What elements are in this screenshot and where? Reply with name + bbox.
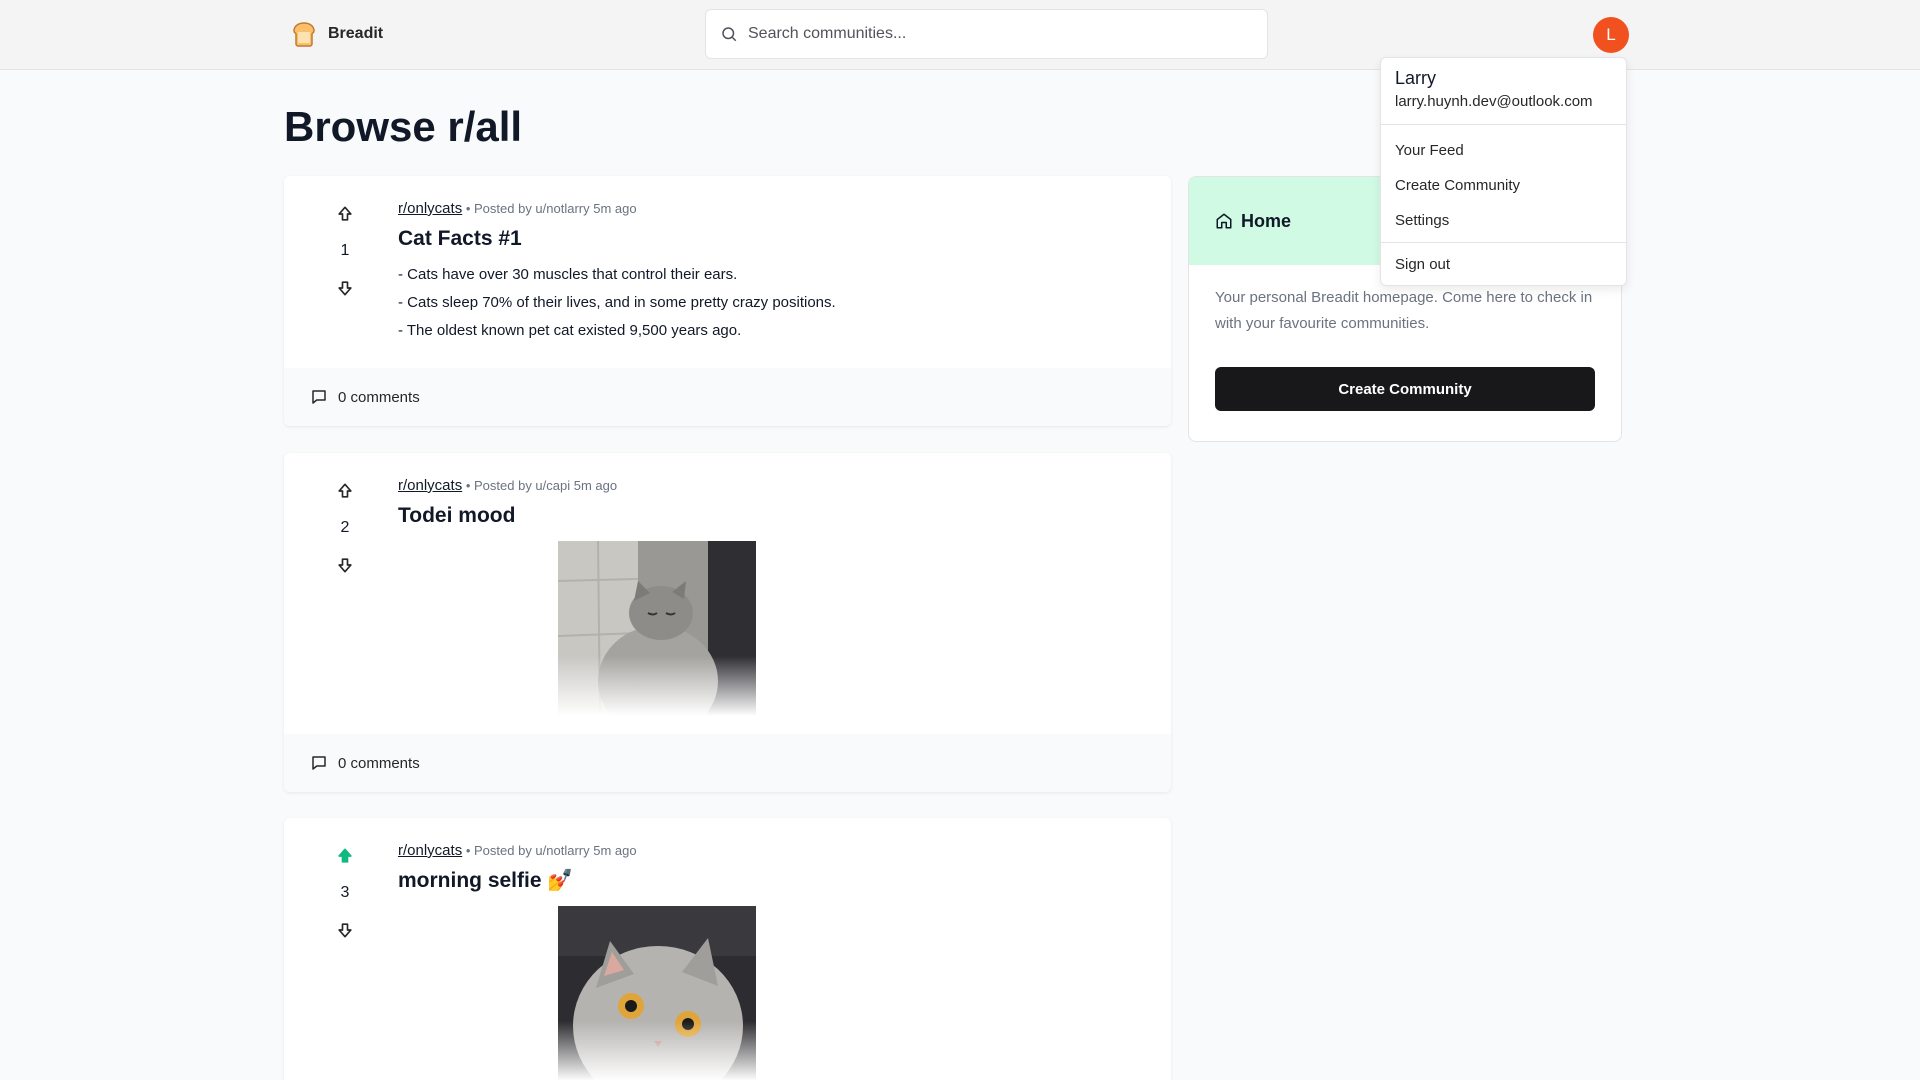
user-name: Larry [1395, 68, 1437, 88]
upvote-icon[interactable] [335, 204, 355, 224]
app-name: Breadit [328, 25, 384, 42]
downvote-icon[interactable] [335, 920, 355, 940]
posted-by: Posted by u/capi 5m ago [474, 478, 618, 493]
home-icon [1216, 213, 1232, 229]
vote-count: 2 [340, 519, 350, 536]
navbar: Breadit L [0, 0, 1920, 70]
search-bar [705, 9, 1268, 59]
avatar-initial: L [1606, 25, 1616, 44]
sidebar-title: Home [1241, 210, 1292, 231]
post-title[interactable]: morning selfie 💅 [398, 869, 1151, 893]
downvote-icon[interactable] [335, 278, 355, 298]
post-image[interactable] [558, 541, 756, 716]
comments-link[interactable]: 0 comments [310, 754, 420, 772]
image-fade [558, 656, 756, 716]
meta-separator: • [465, 478, 474, 493]
post-title[interactable]: Cat Facts #1 [398, 227, 1151, 251]
dropdown-links: Your Feed Create Community Settings [1381, 125, 1626, 238]
posted-by: Posted by u/notlarry 5m ago [474, 843, 637, 858]
page-title: Browse r/all [284, 103, 523, 150]
post-text-line: - The oldest known pet cat existed 9,500… [398, 322, 742, 339]
user-email: larry.huynh.dev@outlook.com [1395, 93, 1593, 110]
meta-separator: • [465, 843, 474, 858]
subreddit-link[interactable]: r/onlycats [398, 477, 462, 494]
menu-item-your-feed[interactable]: Your Feed [1381, 133, 1626, 168]
post-footer: 0 comments [284, 734, 1171, 792]
image-fade [558, 1021, 756, 1080]
menu-item-settings[interactable]: Settings [1381, 203, 1626, 238]
user-avatar[interactable]: L [1593, 17, 1629, 53]
post-title[interactable]: Todei mood [398, 504, 1151, 528]
dropdown-user-info: Larry larry.huynh.dev@outlook.com [1381, 58, 1626, 125]
home-logo-link[interactable]: Breadit [290, 20, 383, 48]
subreddit-link[interactable]: r/onlycats [398, 842, 462, 859]
search-input[interactable] [748, 25, 1228, 43]
upvote-icon[interactable] [335, 846, 355, 866]
search-icon [722, 27, 737, 42]
vote-count: 3 [340, 884, 350, 901]
vote-column: 1 [320, 204, 370, 298]
menu-item-create-community[interactable]: Create Community [1381, 168, 1626, 203]
post-body: r/onlycats • Posted by u/notlarry 5m ago… [398, 842, 1151, 893]
menu-item-sign-out[interactable]: Sign out [1381, 247, 1626, 285]
user-dropdown-menu: Larry larry.huynh.dev@outlook.com Your F… [1380, 57, 1627, 286]
post-meta: r/onlycats • Posted by u/notlarry 5m ago [398, 200, 1151, 217]
downvote-icon[interactable] [335, 555, 355, 575]
post-card: 1 r/onlycats • Posted by u/notlarry 5m a… [284, 176, 1171, 426]
post-meta: r/onlycats • Posted by u/capi 5m ago [398, 477, 1151, 494]
post-body: r/onlycats • Posted by u/notlarry 5m ago… [398, 200, 1151, 345]
subreddit-link[interactable]: r/onlycats [398, 200, 462, 217]
vote-column: 3 [320, 846, 370, 940]
comments-count: 0 comments [338, 388, 420, 406]
post-meta: r/onlycats • Posted by u/notlarry 5m ago [398, 842, 1151, 859]
post-body: r/onlycats • Posted by u/capi 5m ago Tod… [398, 477, 1151, 528]
post-footer: 0 comments [284, 368, 1171, 426]
upvote-icon[interactable] [335, 481, 355, 501]
comments-link[interactable]: 0 comments [310, 388, 420, 406]
post-text-line: - Cats sleep 70% of their lives, and in … [398, 294, 836, 311]
vote-count: 1 [340, 242, 350, 259]
bread-icon [293, 22, 315, 47]
post-content: - Cats have over 30 muscles that control… [398, 261, 1151, 345]
vote-column: 2 [320, 481, 370, 575]
create-community-button[interactable]: Create Community [1215, 367, 1595, 411]
posted-by: Posted by u/notlarry 5m ago [474, 201, 637, 216]
meta-separator: • [465, 201, 474, 216]
comment-icon [312, 390, 326, 404]
post-image[interactable] [558, 906, 756, 1080]
dropdown-separator: Sign out [1381, 242, 1626, 285]
comment-icon [312, 756, 326, 770]
post-text-line: - Cats have over 30 muscles that control… [398, 266, 738, 283]
comments-count: 0 comments [338, 754, 420, 772]
post-card: 3 r/onlycats • Posted by u/notlarry 5m a… [284, 818, 1171, 1080]
post-card: 2 r/onlycats • Posted by u/capi 5m ago T… [284, 453, 1171, 792]
